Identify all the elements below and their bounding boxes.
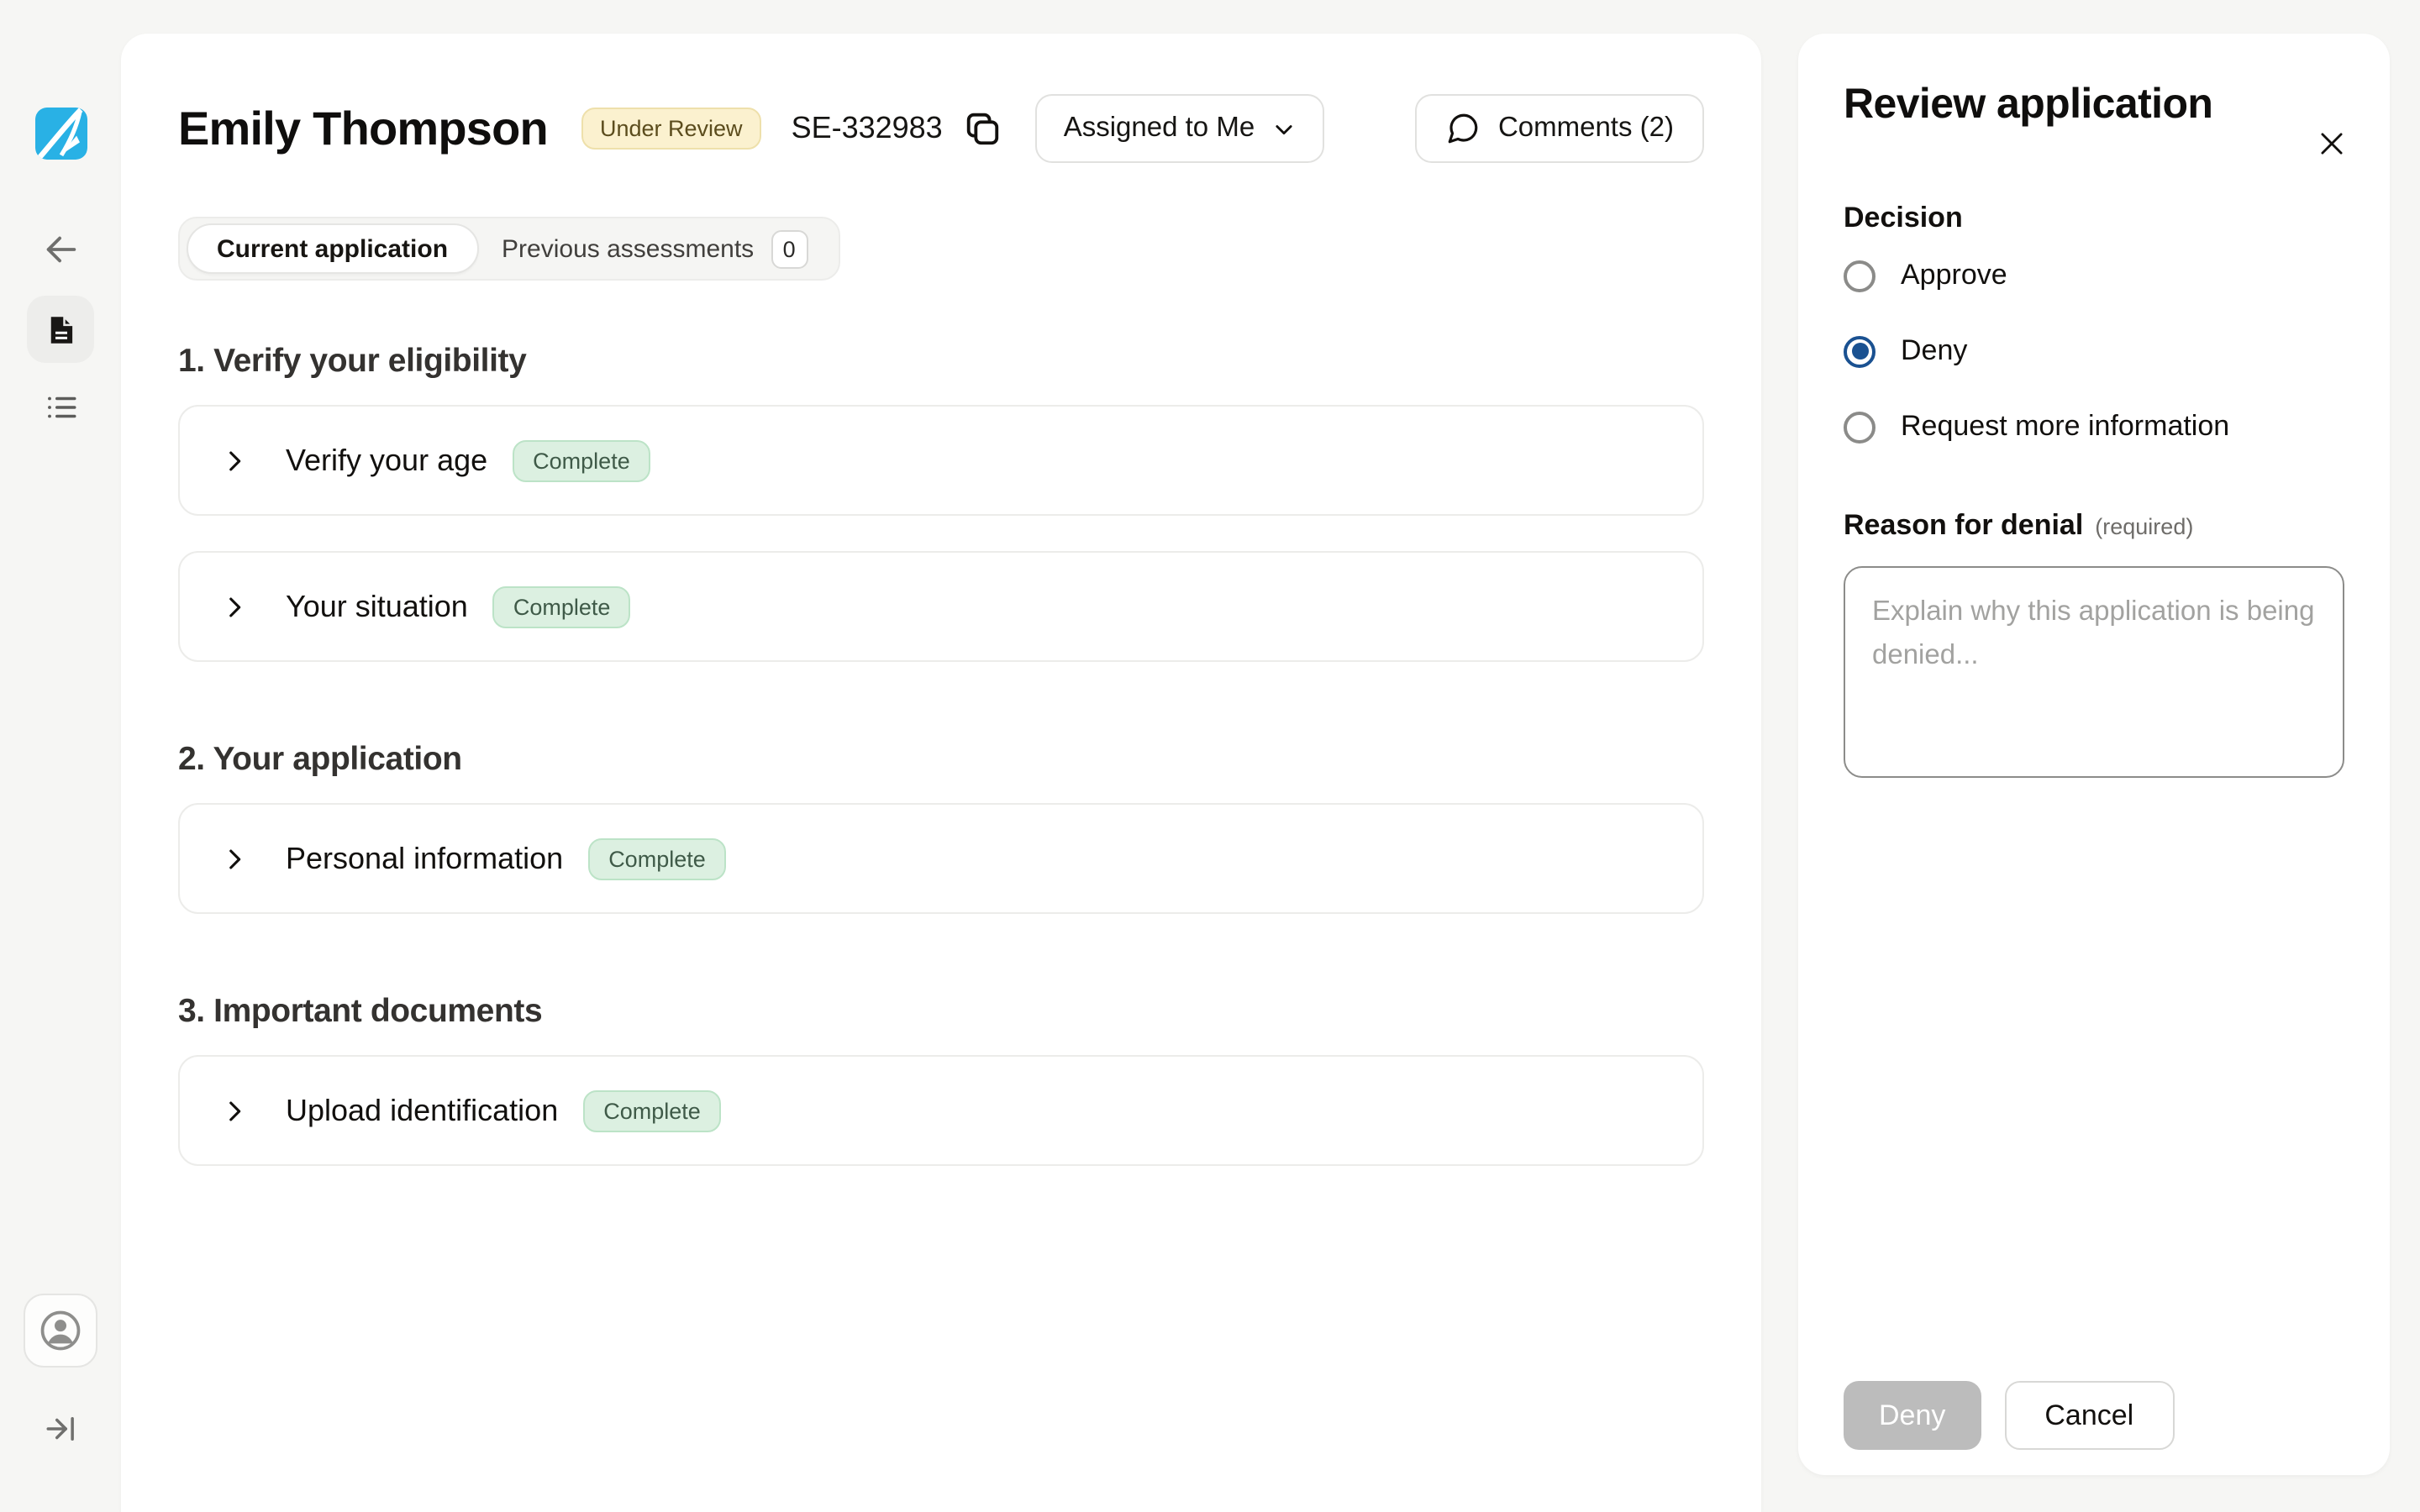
section-heading: 1. Verify your eligibility (178, 344, 1704, 380)
radio-label: Request more information (1901, 410, 2229, 444)
chevron-right-icon (220, 592, 249, 621)
case-header: Emily Thompson Under Review SE-332983 As… (178, 34, 1704, 163)
assignee-dropdown[interactable]: Assigned to Me (1035, 94, 1323, 163)
comment-bubble-icon (1446, 111, 1481, 146)
sidebar (0, 0, 121, 1512)
decision-radio-group: Approve Deny Request more information (1844, 250, 2344, 452)
tab-label: Current application (217, 234, 448, 263)
panel-footer: Deny Cancel (1844, 1381, 2174, 1450)
decision-label: Decision (1844, 200, 2344, 235)
back-button[interactable] (27, 215, 94, 282)
collapse-sidebar-button[interactable] (27, 1394, 94, 1462)
close-panel-button[interactable] (2309, 121, 2353, 165)
close-icon (2315, 127, 2347, 159)
count-badge: 0 (771, 229, 808, 268)
tab-previous-assessments[interactable]: Previous assessments 0 (478, 223, 831, 274)
sidebar-item-list[interactable] (27, 373, 94, 440)
section-heading: 2. Your application (178, 743, 1704, 778)
list-icon (43, 389, 78, 424)
section-heading: 3. Important documents (178, 995, 1704, 1030)
chevron-down-icon (1271, 117, 1295, 140)
radio-label: Approve (1901, 259, 2007, 292)
step-card-upload-identification[interactable]: Upload identification Complete (178, 1055, 1704, 1166)
panel-title: Review application (1844, 79, 2344, 129)
copy-button[interactable] (960, 106, 1005, 151)
chevron-right-icon (220, 446, 249, 475)
app-logo-icon[interactable] (34, 108, 87, 160)
step-label: Verify your age (286, 443, 487, 478)
radio-circle-icon (1844, 411, 1876, 443)
user-avatar-button[interactable] (24, 1294, 97, 1368)
comments-button[interactable]: Comments (2) (1416, 94, 1704, 163)
step-card-personal-information[interactable]: Personal information Complete (178, 803, 1704, 914)
radio-circle-icon (1844, 260, 1876, 291)
cancel-button[interactable]: Cancel (2004, 1381, 2174, 1450)
status-complete-badge: Complete (513, 439, 650, 481)
status-complete-badge: Complete (583, 1089, 721, 1131)
app-window: Emily Thompson Under Review SE-332983 As… (0, 0, 2420, 1512)
chevron-right-icon (220, 1096, 249, 1125)
radio-deny[interactable]: Deny (1844, 326, 2344, 376)
main-content: Emily Thompson Under Review SE-332983 As… (121, 34, 1761, 1512)
step-label: Your situation (286, 589, 468, 624)
reason-textarea[interactable] (1844, 566, 2344, 778)
user-icon (37, 1307, 84, 1354)
arrow-to-bar-icon (43, 1410, 78, 1446)
tab-current-application[interactable]: Current application (187, 223, 478, 274)
step-label: Upload identification (286, 1093, 558, 1128)
required-note: (required) (2095, 514, 2193, 539)
section-eligibility: 1. Verify your eligibility Verify your a… (178, 344, 1704, 662)
radio-circle-checked-icon (1844, 335, 1876, 367)
review-panel: Review application Decision Approve Deny… (1798, 34, 2390, 1475)
tab-label: Previous assessments (502, 234, 754, 263)
page-title: Emily Thompson (178, 102, 548, 155)
step-label: Personal information (286, 841, 563, 876)
sidebar-item-documents[interactable] (27, 296, 94, 363)
arrow-left-icon (41, 229, 80, 268)
status-complete-badge: Complete (493, 585, 631, 627)
deny-submit-button[interactable]: Deny (1844, 1381, 1981, 1450)
radio-label: Deny (1901, 334, 1967, 368)
status-badge: Under Review (581, 108, 761, 150)
copy-icon (963, 109, 1002, 148)
section-documents: 3. Important documents Upload identifica… (178, 995, 1704, 1166)
document-icon (43, 312, 78, 347)
assignee-label: Assigned to Me (1064, 113, 1255, 144)
comments-label: Comments (2) (1498, 113, 1674, 144)
step-card-verify-your-age[interactable]: Verify your age Complete (178, 405, 1704, 516)
status-complete-badge: Complete (588, 837, 726, 879)
case-id: SE-332983 (792, 111, 943, 146)
reason-label: Reason for denial(required) (1844, 507, 2344, 544)
radio-request-more-information[interactable]: Request more information (1844, 402, 2344, 452)
step-card-your-situation[interactable]: Your situation Complete (178, 551, 1704, 662)
tab-bar: Current application Previous assessments… (178, 217, 839, 281)
radio-approve[interactable]: Approve (1844, 250, 2344, 301)
chevron-right-icon (220, 844, 249, 873)
section-application: 2. Your application Personal information… (178, 743, 1704, 914)
